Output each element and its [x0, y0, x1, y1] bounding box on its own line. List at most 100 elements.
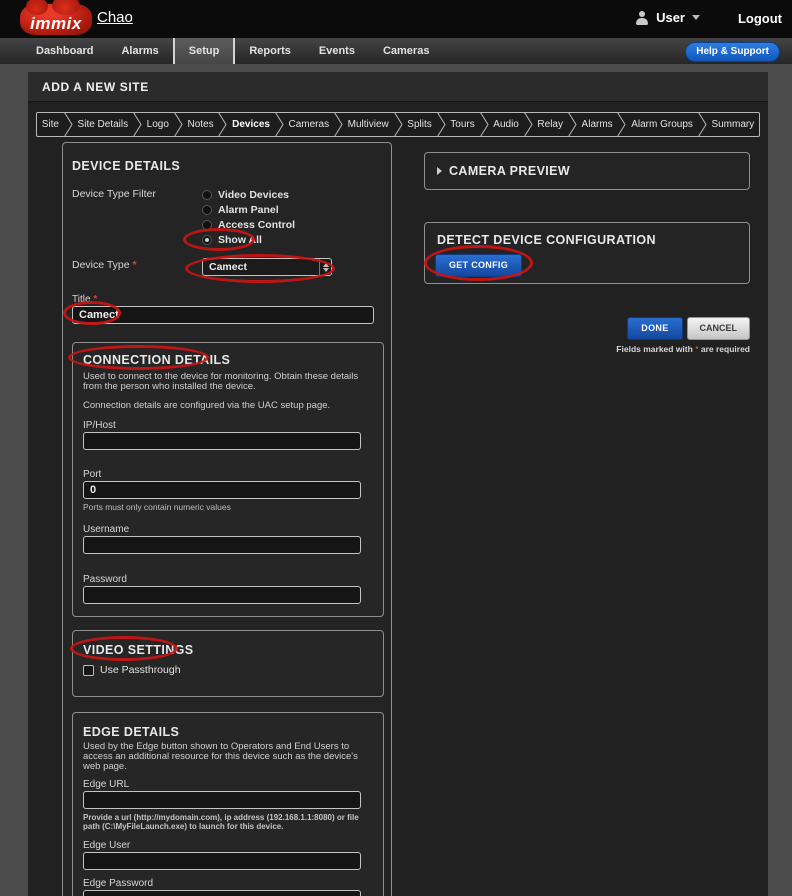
device-type-filter-row: Device Type Filter Video Devices Alarm Pa… — [72, 187, 384, 247]
video-settings-heading: VIDEO SETTINGS — [83, 643, 194, 657]
edge-url-helper-text: Provide a url (http://mydomain.com), ip … — [83, 813, 359, 831]
required-star: * — [132, 259, 137, 271]
connection-details-heading: CONNECTION DETAILS — [83, 353, 231, 367]
username-label: Username — [83, 524, 130, 535]
tab-site-details[interactable]: Site Details — [73, 113, 133, 136]
connection-details-description: Used to connect to the device for monito… — [83, 371, 359, 392]
nav-item-reports[interactable]: Reports — [235, 38, 305, 64]
tab-multiview[interactable]: Multiview — [343, 113, 394, 136]
nav-item-dashboard[interactable]: Dashboard — [22, 38, 107, 64]
edge-password-field-group: Edge Password — [83, 878, 373, 896]
title-label: Title * — [72, 294, 98, 305]
device-details-box: DEVICE DETAILS Device Type Filter Video … — [62, 142, 392, 896]
detect-device-configuration-box: DETECT DEVICE CONFIGURATION GET CONFIG — [424, 222, 750, 284]
password-input[interactable] — [83, 586, 361, 604]
radio-icon[interactable] — [202, 219, 212, 230]
edge-details-box: EDGE DETAILS Used by the Edge button sho… — [72, 712, 384, 896]
chevron-right-icon — [334, 113, 343, 136]
password-label: Password — [83, 574, 127, 585]
password-field-group: Password — [83, 574, 373, 604]
port-input[interactable] — [83, 481, 361, 499]
tab-notes[interactable]: Notes — [183, 113, 219, 136]
chevron-down-icon — [692, 15, 700, 20]
tab-devices[interactable]: Devices — [227, 113, 274, 136]
tab-alarm-groups[interactable]: Alarm Groups — [626, 113, 697, 136]
tab-alarms[interactable]: Alarms — [577, 113, 618, 136]
page-title: ADD A NEW SITE — [28, 72, 768, 102]
radio-option-video-devices[interactable]: Video Devices — [202, 187, 295, 202]
top-header: immix Chao User Logout — [0, 0, 792, 38]
wizard-tabs: Site Site Details Logo Notes Devices Cameras M… — [36, 112, 760, 137]
tab-tours[interactable]: Tours — [446, 113, 480, 136]
tab-cameras[interactable]: Cameras — [284, 113, 334, 136]
get-config-button[interactable]: GET CONFIG — [435, 254, 522, 277]
use-passthrough-checkbox[interactable] — [83, 664, 94, 676]
immix-logo-text: immix — [30, 14, 82, 33]
chevron-right-icon — [173, 113, 183, 136]
site-title-link[interactable]: Chao — [97, 9, 133, 26]
radio-option-access-control[interactable]: Access Control — [202, 217, 295, 232]
use-passthrough-option[interactable]: Use Passthrough — [83, 664, 373, 676]
radio-icon[interactable] — [202, 234, 212, 245]
chevron-right-icon — [64, 113, 73, 136]
arrow-up-icon — [322, 262, 329, 267]
chevron-right-icon — [393, 113, 403, 136]
ip-host-input[interactable] — [83, 432, 361, 450]
nav-item-cameras[interactable]: Cameras — [369, 38, 443, 64]
edge-user-field-group: Edge User — [83, 840, 373, 870]
username-input[interactable] — [83, 536, 361, 554]
user-menu[interactable]: User — [635, 10, 700, 25]
radio-option-label: Access Control — [218, 218, 296, 231]
tab-relay[interactable]: Relay — [533, 113, 568, 136]
arrow-down-icon — [322, 267, 329, 272]
connection-details-box: CONNECTION DETAILS Used to connect to th… — [72, 342, 384, 617]
select-stepper-icon — [319, 259, 331, 275]
edge-user-input[interactable] — [83, 852, 361, 870]
logout-button[interactable]: Logout — [738, 11, 782, 26]
camera-preview-header[interactable]: CAMERA PREVIEW — [424, 152, 750, 190]
port-field-group: Port Ports must only contain numeric val… — [83, 469, 373, 512]
radio-icon[interactable] — [202, 204, 212, 215]
tab-splits[interactable]: Splits — [403, 113, 437, 136]
cancel-button[interactable]: CANCEL — [686, 317, 750, 340]
chevron-right-icon — [274, 113, 284, 136]
nav-item-setup[interactable]: Setup — [172, 38, 236, 64]
radio-option-show-all[interactable]: Show All — [202, 232, 295, 247]
done-button[interactable]: DONE — [627, 317, 683, 340]
user-icon — [635, 10, 649, 25]
tab-audio[interactable]: Audio — [489, 113, 524, 136]
video-settings-box: VIDEO SETTINGS Use Passthrough — [72, 630, 384, 697]
device-details-heading: DEVICE DETAILS — [72, 159, 181, 173]
connection-details-note: Connection details are configured via th… — [83, 400, 331, 411]
device-type-select[interactable]: Camect — [202, 258, 332, 276]
ip-host-field-group: IP/Host — [83, 420, 373, 450]
main-nav-items: Dashboard Alarms Setup Reports Events Cameras — [22, 38, 443, 64]
ip-host-label: IP/Host — [83, 420, 116, 431]
device-type-label: Device Type * — [72, 259, 137, 271]
detect-device-configuration-heading: DETECT DEVICE CONFIGURATION — [437, 233, 656, 247]
edge-password-input[interactable] — [83, 890, 361, 896]
edge-url-input[interactable] — [83, 791, 361, 809]
chevron-right-icon — [218, 113, 227, 136]
edge-password-label: Edge Password — [83, 878, 154, 889]
radio-option-alarm-panel[interactable]: Alarm Panel — [202, 202, 295, 217]
nav-item-alarms[interactable]: Alarms — [107, 38, 172, 64]
user-menu-label: User — [656, 10, 685, 25]
tab-summary[interactable]: Summary — [707, 113, 759, 136]
camera-preview-heading: CAMERA PREVIEW — [449, 164, 571, 178]
radio-option-label: Show All — [218, 233, 262, 246]
nav-item-events[interactable]: Events — [305, 38, 369, 64]
port-helper-text: Ports must only contain numeric values — [83, 502, 231, 512]
tab-logo[interactable]: Logo — [142, 113, 174, 136]
help-support-button[interactable]: Help & Support — [685, 42, 780, 62]
chevron-right-icon — [568, 113, 577, 136]
device-type-selected-value: Camect — [209, 261, 247, 273]
tab-site[interactable]: Site — [37, 113, 64, 136]
radio-icon[interactable] — [202, 189, 212, 200]
disclosure-triangle-icon — [437, 167, 442, 175]
edge-url-field-group: Edge URL Provide a url (http://mydomain.… — [83, 779, 373, 831]
title-input[interactable] — [72, 306, 374, 324]
edge-url-label: Edge URL — [83, 779, 130, 790]
chevron-right-icon — [617, 113, 627, 136]
radio-option-label: Video Devices — [218, 188, 290, 201]
